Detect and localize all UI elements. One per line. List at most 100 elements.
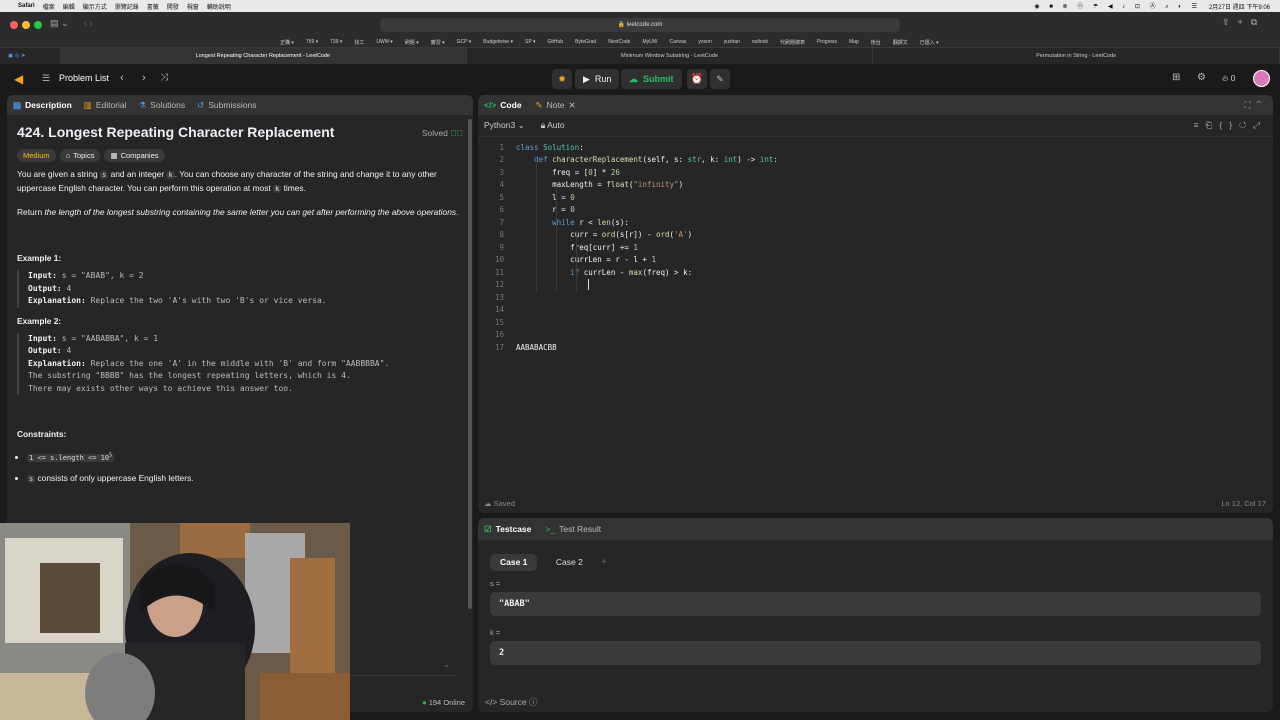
bookmark-item[interactable]: 實習 ▾ (431, 39, 445, 46)
avatar[interactable] (1253, 70, 1270, 87)
code-line[interactable]: 9 freq[curr] += 1 (478, 241, 1273, 254)
code-line[interactable]: 14 (478, 304, 1273, 317)
bookmark-item[interactable]: 759 ▾ (306, 39, 318, 46)
topics-tag[interactable]: ⌂ Topics (59, 149, 101, 162)
tab-test-result[interactable]: >_ Test Result (545, 524, 601, 534)
menu-item-edit[interactable]: 編輯 (63, 2, 75, 11)
browser-tab-3[interactable]: Permutation in String - LeetCode (873, 48, 1280, 64)
bookmark-item[interactable]: 739 ▾ (330, 39, 342, 46)
code-line[interactable]: 5 l = 0 (478, 191, 1273, 204)
sidebar-toggle-icon[interactable]: ▤ ⌄ (50, 18, 69, 29)
bookmark-item[interactable]: NextCode (608, 39, 630, 46)
code-line[interactable]: 8 curr = ord (s[r]) - ord('A') (478, 229, 1273, 242)
leetcode-logo-icon[interactable]: ◀ (14, 72, 23, 86)
bookmark-item[interactable]: SP ▾ (525, 39, 535, 46)
zoom-window-icon[interactable] (34, 21, 42, 29)
tab-solutions[interactable]: ⚗ Solutions (139, 100, 186, 111)
bookmark-item[interactable]: Canvas (669, 39, 686, 46)
shuffle-icon[interactable]: ⤨ (160, 72, 168, 83)
code-editor[interactable]: 1 class Solution:2 def characterReplaceme… (478, 141, 1273, 491)
bookmark-item[interactable]: Budgetwise ▾ (483, 39, 513, 46)
code-line[interactable]: 7 while r < len (s): (478, 216, 1273, 229)
bookmark-item[interactable]: GitHub (548, 39, 564, 46)
debug-icon[interactable]: ✹ (552, 69, 572, 89)
problem-list-link[interactable]: Problem List (59, 73, 109, 83)
description-scrollbar[interactable] (468, 119, 472, 609)
tab-code[interactable]: </> Code (484, 100, 522, 110)
bookmark-item[interactable]: 翻譯文 (893, 39, 908, 46)
bookmark-item[interactable]: 找工 (354, 39, 364, 46)
submit-button[interactable]: ☁ Submit (621, 69, 682, 89)
menu-item-bookmarks[interactable]: 書籤 (147, 2, 159, 11)
layout-icon[interactable]: ⊞ (1172, 72, 1180, 83)
code-line[interactable]: 16 (478, 329, 1273, 342)
panel-window-icons[interactable]: ⛶⌃ (1244, 100, 1267, 111)
notes-icon[interactable]: ✎ (710, 69, 730, 89)
bookmark-item[interactable]: Progress (817, 39, 837, 46)
bookmark-item[interactable]: 正職 ▾ (280, 39, 294, 46)
case-1-button[interactable]: Case 1 (490, 554, 538, 571)
browser-tab-1[interactable]: Longest Repeating Character Replacement … (60, 48, 467, 64)
menu-item-develop[interactable]: 開發 (167, 2, 179, 11)
menu-item-view[interactable]: 顯示方式 (83, 2, 107, 11)
code-line[interactable]: 2 def characterReplacement (self, s: str,… (478, 154, 1273, 167)
problem-title[interactable]: 424. Longest Repeating Character Replace… (17, 125, 334, 139)
menu-item-history[interactable]: 瀏覽記錄 (115, 2, 139, 11)
pinned-tabs[interactable]: ▣ ◎ ➤ (0, 48, 60, 64)
companies-tag[interactable]: ▦ Companies (104, 149, 165, 162)
bookmark-item[interactable]: MyUW (642, 39, 657, 46)
close-window-icon[interactable] (10, 21, 18, 29)
settings-icon[interactable]: ⚙ (1197, 72, 1206, 83)
code-line[interactable]: 4 maxLength = float("infinity") (478, 179, 1273, 192)
code-line[interactable]: 6 r = 0 (478, 204, 1273, 217)
code-line[interactable]: 15 (478, 316, 1273, 329)
bookmark-item[interactable]: outlook (752, 39, 768, 46)
tab-testcase[interactable]: ☑ Testcase (484, 524, 531, 535)
source-link[interactable]: </> Source ⓘ (485, 696, 538, 708)
bookmark-item[interactable]: 已匯入 ▾ (920, 39, 939, 46)
address-bar[interactable]: 🔒 leetcode.com (380, 18, 900, 32)
code-line[interactable]: 17 AABABACBB (478, 341, 1273, 354)
prev-problem-icon[interactable]: ‹ (120, 72, 124, 84)
code-line[interactable]: 10 currLen = r - l + 1 (478, 254, 1273, 267)
bookmark-item[interactable]: ByteGrad (575, 39, 596, 46)
bookmark-item[interactable]: 代刷題總表 (780, 39, 805, 46)
bookmark-item[interactable]: yushan (724, 39, 740, 46)
bookmark-item[interactable]: 後台 (871, 39, 881, 46)
bookmark-item[interactable]: Map (849, 39, 859, 46)
minimize-window-icon[interactable] (22, 21, 30, 29)
run-button[interactable]: ▶ Run (575, 69, 620, 89)
menu-item-help[interactable]: 輔助說明 (207, 2, 231, 11)
chevron-down-icon[interactable]: ⌄ (443, 660, 450, 669)
tab-note[interactable]: ✎ Note ✕ (536, 100, 576, 111)
bookmark-item[interactable]: 刷題 ▾ (405, 39, 419, 46)
language-select[interactable]: Python3 ⌄ (484, 120, 525, 131)
tab-editorial[interactable]: ▥ Editorial (84, 100, 127, 111)
menu-item-file[interactable]: 檔案 (43, 2, 55, 11)
code-line[interactable]: 12 (478, 279, 1273, 292)
browser-tab-2[interactable]: Minimum Window Substring - LeetCode (467, 48, 874, 64)
close-note-icon[interactable]: ✕ (569, 100, 576, 111)
code-line[interactable]: 1 class Solution: (478, 141, 1273, 154)
code-line[interactable]: 13 (478, 291, 1273, 304)
tab-description[interactable]: ▤ Description (13, 100, 72, 111)
case-2-button[interactable]: Case 2 (546, 554, 593, 571)
bookmark-item[interactable]: yoson (698, 39, 711, 46)
timer-icon[interactable]: ⏰ (687, 69, 707, 89)
k-input[interactable]: 2 (490, 641, 1261, 665)
back-forward-icon[interactable]: ‹ › (84, 18, 93, 28)
add-case-icon[interactable]: + (601, 557, 607, 568)
code-line[interactable]: 11 if currLen - max (freq) > k: (478, 266, 1273, 279)
menu-app-name[interactable]: Safari (18, 3, 35, 9)
bookmark-item[interactable]: GCP ▾ (457, 39, 472, 46)
s-input[interactable]: "ABAB" (490, 592, 1261, 616)
editor-action-icons[interactable]: ≡⎗{}↺⤢ (1194, 120, 1267, 131)
bookmark-item[interactable]: UWM ▾ (376, 39, 392, 46)
share-newtab-icons[interactable]: ⇪+⧉ (1222, 17, 1265, 28)
mode-select[interactable]: 🔒︎ Auto (541, 120, 565, 131)
next-problem-icon[interactable]: › (142, 72, 146, 84)
menu-item-window[interactable]: 視窗 (187, 2, 199, 11)
code-line[interactable]: 3 freq = [0] * 26 (478, 166, 1273, 179)
tab-submissions[interactable]: ↺ Submissions (197, 100, 256, 111)
streak-counter[interactable]: 🔥︎ 0 (1222, 73, 1235, 84)
